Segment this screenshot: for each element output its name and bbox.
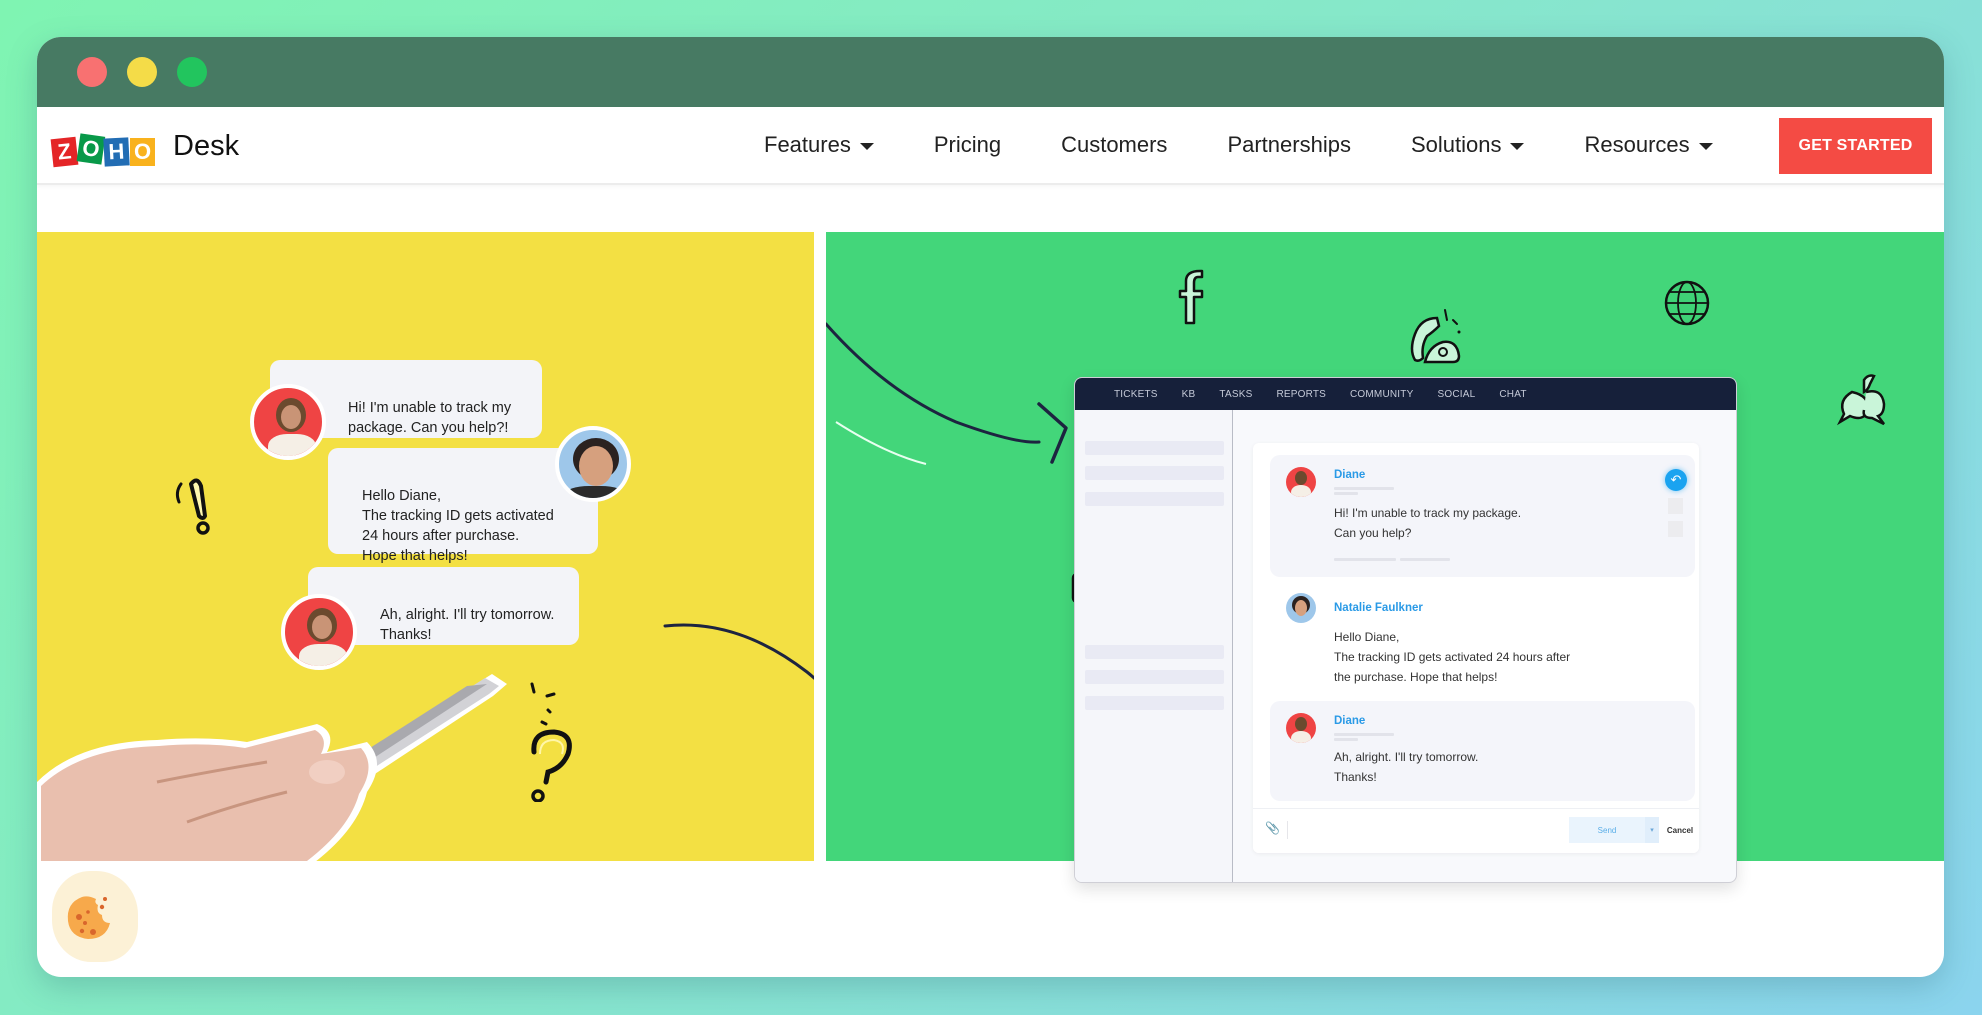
message-text: Hi! I'm unable to track my package. Can …: [1334, 506, 1522, 540]
nav-partnerships[interactable]: Partnerships: [1227, 132, 1351, 158]
hero-customer-panel: Hi! I'm unable to track my package. Can …: [37, 232, 814, 861]
agent-avatar: [555, 426, 631, 502]
nav-label: Pricing: [933, 132, 1002, 157]
sidebar-placeholder: [1085, 670, 1224, 684]
message-text: Hello Diane, The tracking ID gets activa…: [1334, 630, 1571, 684]
arrow-icon: [826, 322, 1068, 465]
tab-reports[interactable]: REPORTS: [1276, 389, 1326, 400]
nav-pricing[interactable]: Pricing: [934, 132, 1001, 158]
browser-window: Z O H O Desk Features Pricing Customers …: [37, 37, 1944, 977]
caret-down-icon: [1510, 143, 1525, 150]
get-started-button[interactable]: GET STARTED: [1779, 118, 1932, 174]
message-author[interactable]: Diane: [1334, 715, 1365, 727]
avatar-face: [1295, 717, 1307, 731]
nav-resources[interactable]: Resources: [1584, 132, 1713, 158]
sidebar-placeholder: [1085, 441, 1224, 455]
attachment-icon[interactable]: 📎: [1265, 821, 1280, 835]
logo-letter: H: [103, 137, 130, 167]
nav-label: Features: [764, 132, 851, 157]
placeholder-line: [1334, 738, 1358, 741]
message-card: Natalie Faulkner Hello Diane, The tracki…: [1270, 589, 1695, 684]
nav-label: Resources: [1584, 132, 1690, 157]
avatar-shirt: [1291, 485, 1311, 497]
cookie-consent-button[interactable]: [52, 871, 138, 962]
message-card: Diane Ah, alright. I'll try tomorrow. Th…: [1270, 701, 1695, 801]
app-tab-bar: TICKETS KB TASKS REPORTS COMMUNITY SOCIA…: [1075, 378, 1736, 410]
tab-community[interactable]: COMMUNITY: [1350, 389, 1413, 400]
nav-label: Customers: [1061, 132, 1168, 157]
message-text: Ah, alright. I'll try tomorrow. Thanks!: [1334, 750, 1479, 784]
sidebar-placeholder: [1085, 645, 1224, 659]
customer-avatar: [1286, 713, 1316, 743]
avatar-face: [1295, 471, 1307, 485]
product-name: Desk: [173, 129, 240, 162]
action-placeholder: [1668, 498, 1683, 514]
nav-label: Partnerships: [1227, 132, 1351, 157]
logo-letter: Z: [50, 136, 79, 168]
reply-composer: 📎 Send ▾ Cancel: [1253, 808, 1699, 853]
send-options-caret-icon[interactable]: ▾: [1645, 817, 1659, 843]
placeholder-line: [1334, 558, 1396, 561]
composer-divider: [1287, 821, 1288, 839]
arrow-icon: [663, 623, 814, 680]
tab-tickets[interactable]: TICKETS: [1114, 389, 1158, 400]
maximize-window-button[interactable]: [177, 57, 207, 87]
hand-holding-phone-image: [37, 674, 507, 861]
customer-avatar: [250, 384, 326, 460]
zoho-desk-logo[interactable]: Z O H O Desk: [50, 126, 240, 168]
cookie-icon: [67, 896, 110, 939]
nav-solutions[interactable]: Solutions: [1411, 132, 1525, 158]
avatar-shirt: [1291, 731, 1311, 743]
placeholder-line: [1400, 558, 1450, 561]
exclamation-icon: [175, 478, 210, 535]
send-button[interactable]: Send: [1569, 817, 1645, 843]
avatar-face: [579, 446, 613, 486]
zoho-desk-app-mockup: TICKETS KB TASKS REPORTS COMMUNITY SOCIA…: [1074, 377, 1737, 883]
bubble-text: Hi! I'm unable to track my package. Can …: [348, 400, 512, 436]
customer-avatar: [1286, 467, 1316, 497]
avatar-face: [1295, 600, 1307, 616]
site-navbar: Z O H O Desk Features Pricing Customers …: [37, 107, 1944, 185]
caret-down-icon: [859, 143, 874, 150]
message-author[interactable]: Diane: [1334, 469, 1365, 481]
agent-avatar: [1286, 593, 1316, 623]
close-window-button[interactable]: [77, 57, 107, 87]
minimize-window-button[interactable]: [127, 57, 157, 87]
chat-bubbles-icon: [1836, 374, 1886, 426]
tab-kb[interactable]: KB: [1182, 389, 1196, 400]
avatar-shirt: [268, 434, 316, 456]
placeholder-line: [1334, 492, 1358, 495]
conversation-thread: Diane Hi! I'm unable to track my package…: [1253, 443, 1699, 853]
caret-down-icon: [1698, 143, 1713, 150]
zoho-logo-icon: Z O H O: [50, 126, 156, 168]
main-nav: Features Pricing Customers Partnerships …: [764, 107, 1773, 183]
message-card: Diane Hi! I'm unable to track my package…: [1270, 455, 1695, 577]
telephone-icon: [1410, 309, 1461, 364]
cancel-button[interactable]: Cancel: [1663, 817, 1697, 843]
nav-customers[interactable]: Customers: [1061, 132, 1167, 158]
tab-tasks[interactable]: TASKS: [1219, 389, 1252, 400]
action-placeholder: [1668, 521, 1683, 537]
nav-label: Solutions: [1410, 132, 1502, 157]
tab-chat[interactable]: CHAT: [1499, 389, 1526, 400]
globe-icon: [1664, 280, 1710, 326]
logo-letter: O: [76, 133, 106, 165]
app-sidebar: [1075, 410, 1233, 882]
facebook-icon: [1178, 269, 1204, 325]
logo-letter: O: [130, 138, 155, 166]
sidebar-placeholder: [1085, 492, 1224, 506]
avatar-face: [281, 405, 301, 429]
message-author[interactable]: Natalie Faulkner: [1334, 602, 1423, 614]
reply-icon[interactable]: ↶: [1665, 469, 1687, 491]
sidebar-placeholder: [1085, 466, 1224, 480]
bubble-text: Hello Diane, The tracking ID gets activa…: [362, 488, 554, 564]
title-bar: [37, 37, 1944, 107]
sidebar-placeholder: [1085, 696, 1224, 710]
tab-social[interactable]: SOCIAL: [1437, 389, 1475, 400]
placeholder-line: [1334, 733, 1394, 736]
nav-features[interactable]: Features: [764, 132, 874, 158]
placeholder-line: [1334, 487, 1394, 490]
